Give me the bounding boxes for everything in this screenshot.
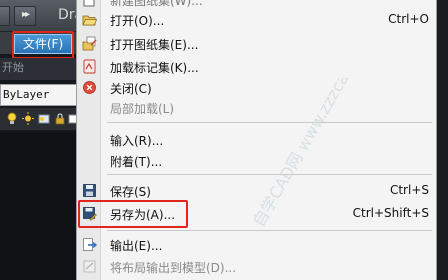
menu-item-close[interactable]: 关闭(C)	[77, 77, 438, 98]
menu-item-label: 附着(T)...	[110, 155, 163, 169]
lightbulb-icon[interactable]	[6, 112, 18, 125]
menu-item-shortcut: Ctrl+Shift+S	[352, 206, 429, 220]
layer-tools-row	[0, 108, 80, 130]
menu-item-label: 新建图纸集(W)...	[110, 0, 203, 8]
save-as-highlight-box	[78, 200, 188, 228]
open-sheet-set-icon	[82, 36, 97, 51]
menu-item-label: 打开图纸集(E)...	[110, 38, 199, 52]
quick-access-button[interactable]	[0, 6, 10, 26]
menu-item-export[interactable]: 输出(E)...	[77, 234, 438, 255]
menu-item-load-markup-set[interactable]: 加载标记集(K)...	[77, 56, 438, 77]
menu-item-save[interactable]: 保存(S) Ctrl+S	[77, 180, 438, 201]
double-arrow-icon: ▸▸	[21, 9, 30, 20]
quick-access-expand-button[interactable]: ▸▸	[14, 6, 36, 26]
menu-item-label: 打开(O)...	[110, 14, 165, 28]
menu-item-import[interactable]: 输入(R)...	[77, 129, 438, 150]
file-dropdown-menu: 新建图纸集(W)... 打开(O)... Ctrl+O 打开图纸集(E)... …	[76, 0, 437, 280]
start-tab[interactable]: 开始	[0, 58, 80, 80]
file-menu-highlight-box	[12, 31, 74, 59]
sheet-set-icon	[83, 0, 95, 7]
menu-item-label: 保存(S)	[110, 185, 151, 199]
menu-item-attach[interactable]: 附着(T)...	[77, 150, 438, 171]
menu-separator	[107, 230, 432, 231]
sun-icon[interactable]	[22, 112, 34, 125]
menu-item-label: 输入(R)...	[110, 134, 164, 148]
menu-item-export-layout-to-model[interactable]: 将布局输出到模型(D)...	[77, 256, 438, 277]
menu-separator	[107, 174, 432, 175]
close-icon	[83, 81, 96, 94]
export-layout-icon	[83, 260, 96, 273]
export-icon	[83, 238, 97, 251]
background-edge	[437, 0, 448, 280]
menu-item-open[interactable]: 打开(O)... Ctrl+O	[77, 9, 438, 30]
menu-item-label: 加载标记集(K)...	[110, 61, 199, 75]
lock-icon[interactable]	[54, 112, 66, 125]
menu-item-open-sheet-set[interactable]: 打开图纸集(E)...	[77, 33, 438, 54]
menu-item-label: 将布局输出到模型(D)...	[110, 261, 237, 275]
menu-item-partial-load[interactable]: 局部加载(L)	[77, 97, 438, 118]
menu-separator	[107, 122, 432, 123]
drawing-area[interactable]	[0, 132, 80, 280]
menu-item-shortcut: Ctrl+O	[388, 12, 429, 26]
layer-combo[interactable]: ByLayer	[0, 84, 80, 106]
menu-item-shortcut: Ctrl+S	[389, 183, 429, 197]
menu-item-label: 输出(E)...	[110, 239, 163, 253]
menu-item-label: 关闭(C)	[110, 82, 152, 96]
menu-item-label: 局部加载(L)	[110, 102, 175, 116]
load-markup-icon	[83, 59, 96, 74]
open-folder-icon	[82, 15, 97, 26]
freeze-viewport-icon[interactable]	[38, 112, 50, 125]
save-icon	[83, 184, 96, 197]
